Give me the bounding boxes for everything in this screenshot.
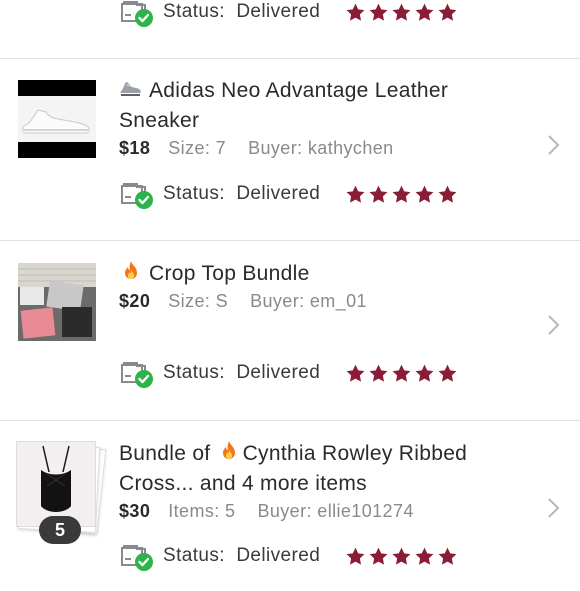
size: Size: S [168,291,229,311]
product-thumbnail [18,263,96,341]
order-row[interactable]: Status: Delivered [0,0,580,59]
buyer: Buyer: ellie101274 [257,501,414,521]
status-text: Status: Delivered [163,362,321,383]
star-icon [437,2,458,23]
order-meta: $18 Size: 7 Buyer: kathychen [119,138,394,159]
chevron-right-icon[interactable] [546,134,560,156]
status-row: Status: Delivered [119,357,320,389]
status-row: Status: Delivered [119,178,320,210]
status-row: Status: Delivered [119,540,320,572]
price: $30 [119,501,151,521]
star-icon [391,363,412,384]
product-title: Bundle of Cynthia Rowley Ribbed Cross...… [119,439,467,499]
star-icon [391,184,412,205]
rating-stars [345,363,458,384]
star-icon [345,546,366,567]
rating-stars [345,546,458,567]
star-icon [368,546,389,567]
status-text: Status: Delivered [163,183,321,204]
star-icon [345,2,366,23]
star-icon [391,546,412,567]
delivered-status-icon [119,0,155,28]
star-icon [368,2,389,23]
order-meta: $20 Size: S Buyer: em_01 [119,291,367,312]
order-row[interactable]: Crop Top Bundle $20 Size: S Buyer: em_01… [0,241,580,421]
star-icon [414,546,435,567]
sneaker-icon [119,76,143,100]
order-row[interactable]: 5 Bundle of Cynthia Rowley Ribbed Cross.… [0,421,580,591]
star-icon [437,546,458,567]
star-icon [414,184,435,205]
status-text: Status: Delivered [163,1,321,22]
delivered-status-icon [119,357,155,389]
product-title: Crop Top Bundle [119,259,310,289]
chevron-right-icon[interactable] [546,497,560,519]
star-icon [414,363,435,384]
star-icon [368,184,389,205]
bundle-count-badge: 5 [39,516,81,544]
size: Size: 7 [168,138,227,158]
fire-icon [119,259,143,283]
star-icon [437,363,458,384]
order-meta: $30 Items: 5 Buyer: ellie101274 [119,501,414,522]
status-row: Status: Delivered [119,0,320,28]
product-title: Adidas Neo Advantage Leather Sneaker [119,76,448,136]
rating-stars [345,2,458,23]
rating-stars [345,184,458,205]
product-thumbnail [16,441,96,527]
buyer: Buyer: em_01 [250,291,367,311]
star-icon [345,363,366,384]
price: $20 [119,291,151,311]
price: $18 [119,138,151,158]
delivered-status-icon [119,178,155,210]
item-count: Items: 5 [168,501,236,521]
buyer: Buyer: kathychen [248,138,394,158]
star-icon [437,184,458,205]
delivered-status-icon [119,540,155,572]
star-icon [414,2,435,23]
status-text: Status: Delivered [163,545,321,566]
order-row[interactable]: Adidas Neo Advantage Leather Sneaker $18… [0,58,580,241]
star-icon [368,363,389,384]
chevron-right-icon[interactable] [546,314,560,336]
star-icon [345,184,366,205]
star-icon [391,2,412,23]
fire-icon [217,439,241,463]
product-thumbnail [18,80,96,158]
